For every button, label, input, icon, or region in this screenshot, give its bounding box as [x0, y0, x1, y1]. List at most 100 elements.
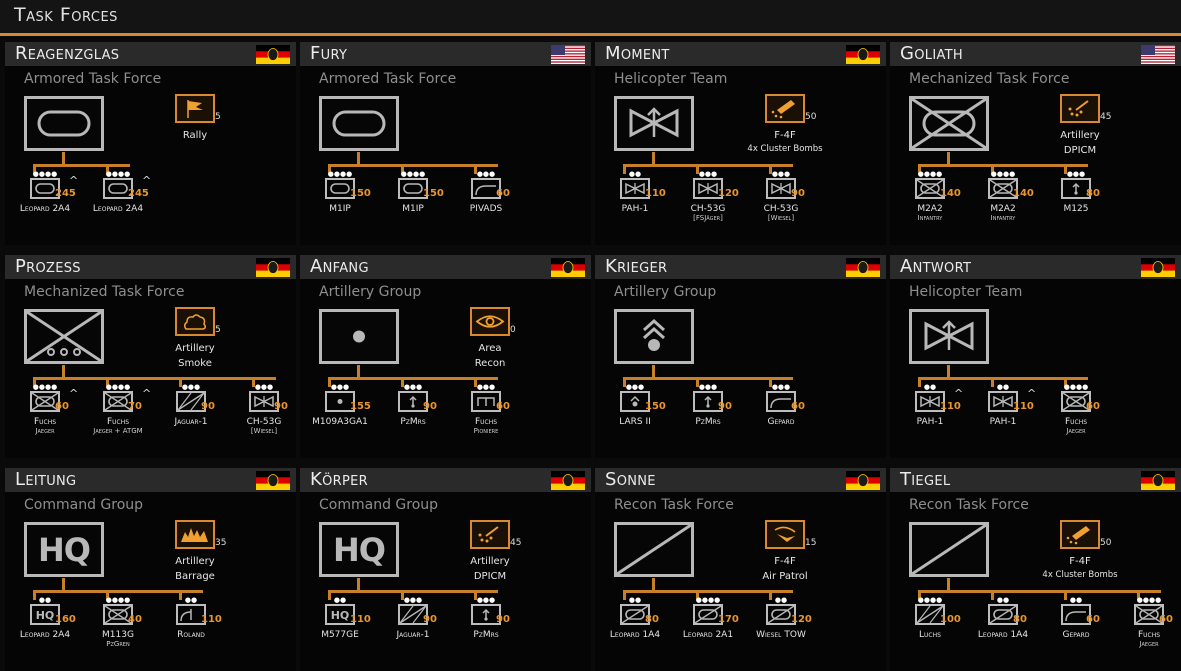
unit-cost: 160	[55, 614, 76, 625]
unit-slot[interactable]: ●●● 90 CH-53G [Wiesel]	[228, 383, 296, 435]
unit-slot[interactable]: ●●● 80 M125	[1040, 170, 1112, 214]
task-force-card[interactable]: Moment Helicopter Team 50 F-4F 4x Cluster Bo…	[595, 42, 886, 245]
unit-slot[interactable]: ●● 110 ^ PAH-1	[894, 383, 966, 427]
unit-slot[interactable]: ●●● 90 PzMrs	[450, 596, 522, 640]
unit-cost: 110	[645, 188, 666, 199]
unit-slot[interactable]: ●●●● 150 M1IP	[304, 170, 376, 214]
upgrade-caret-icon[interactable]: ^	[69, 174, 78, 187]
unit-slot[interactable]: ●●● 60 PIVADS	[450, 170, 522, 214]
unit-cost: 60	[1086, 401, 1100, 412]
task-force-card[interactable]: Tiegel Recon Task Force 50 F-4F 4x Cluster B…	[890, 468, 1181, 671]
tree-connector	[357, 365, 360, 377]
upgrade-caret-icon[interactable]: ^	[954, 387, 963, 400]
unit-slot[interactable]: ●●● 90 Jaguar-1	[377, 596, 449, 640]
task-force-card[interactable]: Antwort Helicopter Team ●● 110 ^ PAH-1 ●● 110 ^ P…	[890, 255, 1181, 458]
upgrade-caret-icon[interactable]: ^	[142, 174, 151, 187]
unit-slot[interactable]: ●● HQ 160 Leopard 2A4	[9, 596, 81, 640]
unit-slot[interactable]: ●●● 90 Jaguar-1	[155, 383, 227, 427]
unit-slot[interactable]: ●●●● 150 M1IP	[377, 170, 449, 214]
task-force-card[interactable]: Reagenzglas Armored Task Force 5 Rally ●●●● 2…	[5, 42, 296, 245]
support-ability[interactable]: 5 Rally	[155, 94, 235, 142]
unit-cost: 60	[1159, 614, 1173, 625]
unit-slot[interactable]: ●● 60 Gepard	[1040, 596, 1112, 640]
support-ability[interactable]: 50 F-4F 4x Cluster Bombs	[1040, 520, 1120, 580]
dpicm-icon[interactable]	[1060, 94, 1100, 123]
tree-connector	[328, 377, 498, 380]
unit-slot[interactable]: ●● 110 PAH-1	[599, 170, 671, 214]
eye-icon[interactable]	[470, 307, 510, 336]
unit-slot[interactable]: ●●●● 60 ^ Fuchs Jaeger	[9, 383, 81, 435]
unit-slot[interactable]: ●● 110 ^ PAH-1	[967, 383, 1039, 427]
task-force-card[interactable]: Sonne Recon Task Force 15 F-4F Air Patrol ●● 8…	[595, 468, 886, 671]
task-force-card[interactable]: Prozess Mechanized Task Force 5 Artillery Sm…	[5, 255, 296, 458]
support-ability[interactable]: 5 Artillery Smoke	[155, 307, 235, 370]
task-force-card[interactable]: Krieger Artillery Group ●●● 150 LARS II ●●● 90…	[595, 255, 886, 458]
task-force-card[interactable]: Anfang Artillery Group 0 Area Recon ●●● 155 M10…	[300, 255, 591, 458]
tree-connector	[33, 377, 276, 380]
cluster-bomb-icon[interactable]	[765, 94, 805, 123]
dpicm-icon[interactable]	[470, 520, 510, 549]
support-sublabel: Barrage	[175, 571, 215, 582]
unit-slot[interactable]: ●●●● 100 Luchs	[894, 596, 966, 640]
unit-slot[interactable]: ●●●● 245 ^ Leopard 2A4	[82, 170, 154, 214]
germany-flag-icon	[846, 258, 880, 277]
unit-slot[interactable]: ●●●● 60 Fuchs Jaeger	[1040, 383, 1112, 435]
upgrade-caret-icon[interactable]: ^	[69, 387, 78, 400]
unit-slot[interactable]: ●● HQ 110 M577GE	[304, 596, 376, 640]
unit-slot[interactable]: ●●● 150 LARS II	[599, 383, 671, 427]
cluster-bomb-icon[interactable]	[1060, 520, 1100, 549]
smoke-icon[interactable]	[175, 307, 215, 336]
upgrade-caret-icon[interactable]: ^	[142, 387, 151, 400]
unit-slot[interactable]: ●● 120 Wiesel TOW	[745, 596, 817, 640]
air-patrol-icon[interactable]	[765, 520, 805, 549]
hq-hq-symbol-icon: HQ	[319, 522, 399, 577]
unit-name: Fuchs	[33, 417, 57, 427]
unit-subname: [Wiesel]	[250, 427, 278, 435]
task-force-card[interactable]: Fury Armored Task Force ●●●● 150 M1IP ●●●● 150…	[300, 42, 591, 245]
support-label: Area	[478, 343, 502, 354]
support-ability[interactable]: 45 Artillery DPICM	[450, 520, 530, 583]
unit-slot[interactable]: ●●●● 170 Leopard 2A1	[672, 596, 744, 640]
unit-slot[interactable]: ●●● 90 CH-53G [Wiesel]	[745, 170, 817, 222]
card-header: Anfang	[300, 255, 591, 279]
unit-slot[interactable]: ●●● 60 Fuchs Pioniere	[450, 383, 522, 435]
unit-slot[interactable]: ●● 110 Roland	[155, 596, 227, 640]
veterancy-dots: ●●	[628, 596, 642, 604]
task-force-card[interactable]: Körper Command Group HQ 45 Artillery DPICM ●● H…	[300, 468, 591, 671]
unit-slot[interactable]: ●●●● 140 M2A2 Infantry	[894, 170, 966, 222]
task-force-card[interactable]: Goliath Mechanized Task Force 45 Artillery D…	[890, 42, 1181, 245]
unit-cost: 90	[423, 401, 437, 412]
unit-cost: 100	[940, 614, 961, 625]
support-ability[interactable]: 50 F-4F 4x Cluster Bombs	[745, 94, 825, 154]
unit-slot[interactable]: ●●●● 60 Fuchs Jaeger	[1113, 596, 1181, 648]
support-ability[interactable]: 35 Artillery Barrage	[155, 520, 235, 583]
unit-slot[interactable]: ●●● 155 M109A3GA1	[304, 383, 376, 427]
support-ability[interactable]: 45 Artillery DPICM	[1040, 94, 1120, 157]
tree-connector	[947, 578, 950, 590]
unit-cost: 90	[201, 401, 215, 412]
unit-slot[interactable]: ●●● 120 CH-53G [FSJäger]	[672, 170, 744, 222]
veterancy-dots: ●●●●	[917, 170, 943, 178]
unit-slot[interactable]: ●●● 90 PzMrs	[377, 383, 449, 427]
unit-slot[interactable]: ●●●● 70 ^ Fuchs Jaeger + ATGM	[82, 383, 154, 435]
unit-slot[interactable]: ●●● 90 PzMrs	[672, 383, 744, 427]
support-ability[interactable]: 15 F-4F Air Patrol	[745, 520, 825, 583]
tree-connector	[328, 164, 498, 167]
unit-slot[interactable]: ●●●● 245 ^ Leopard 2A4	[9, 170, 81, 214]
support-label: Artillery	[1060, 130, 1100, 141]
barrage-icon[interactable]	[175, 520, 215, 549]
flag-icon[interactable]	[175, 94, 215, 123]
unit-slot[interactable]: ●● 80 Leopard 1A4	[599, 596, 671, 640]
unit-slot[interactable]: ●●●● 40 M113G PzGren	[82, 596, 154, 648]
unit-slot[interactable]: ●● 80 Leopard 1A4	[967, 596, 1039, 640]
unit-slot[interactable]: ●●●● 140 M2A2 Infantry	[967, 170, 1039, 222]
unit-slot[interactable]: ●●● 60 Gepard	[745, 383, 817, 427]
support-sublabel: 4x Cluster Bombs	[1042, 570, 1118, 580]
card-header: Prozess	[5, 255, 296, 279]
germany-flag-icon	[256, 258, 290, 277]
upgrade-caret-icon[interactable]: ^	[1027, 387, 1036, 400]
task-force-card[interactable]: Leitung Command Group HQ 35 Artillery Barrage…	[5, 468, 296, 671]
support-label: Artillery	[175, 343, 215, 354]
support-ability[interactable]: 0 Area Recon	[450, 307, 530, 370]
unit-cost: 80	[1013, 614, 1027, 625]
